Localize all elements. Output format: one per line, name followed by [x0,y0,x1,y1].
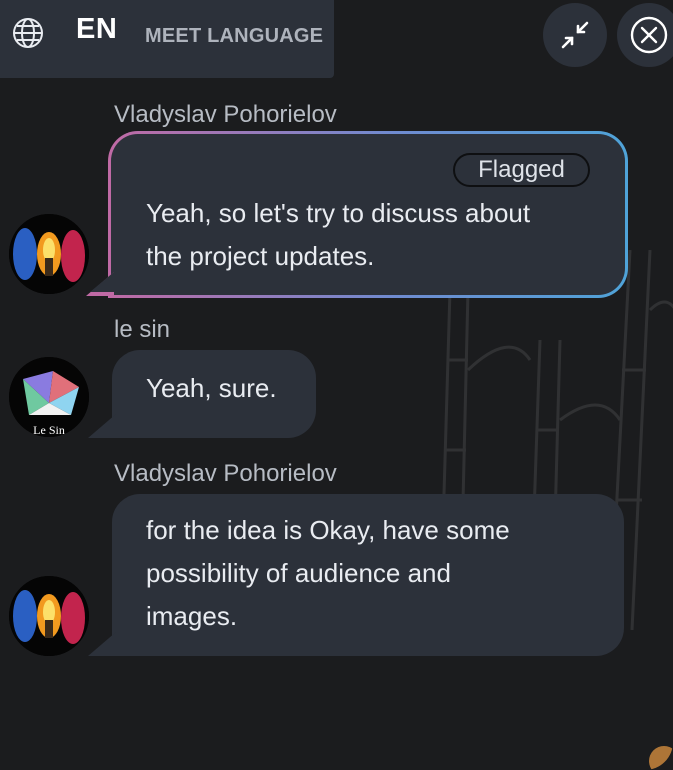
avatar [9,576,89,656]
message-text-line: possibility of audience and [146,558,451,588]
close-button[interactable] [617,3,673,67]
chat-panel: EN MEET LANGUAGE Vladyslav Pohorielov Fl… [0,0,673,770]
message-bubble[interactable]: for the idea is Okay, have some possibil… [112,494,624,656]
message-text-line: the project updates. [146,241,375,271]
message-text-line: Yeah, sure. [146,373,277,403]
language-code: EN [76,13,118,45]
minimize-button[interactable] [543,3,607,67]
flagged-badge: Flagged [453,153,590,187]
minimize-arrows-icon [561,21,589,49]
avatar: Le Sin [9,357,89,437]
close-circle-icon [630,16,668,54]
message-text-line: images. [146,601,238,631]
avatar [9,214,89,294]
corner-accent [649,746,673,770]
fire-figure-icon [9,214,89,294]
avatar-logo-text: Le Sin [33,423,65,437]
language-label: MEET LANGUAGE [145,25,324,47]
language-selector[interactable]: EN MEET LANGUAGE [0,0,334,78]
message-sender: Vladyslav Pohorielov [114,460,337,487]
message-bubble[interactable]: Yeah, sure. [112,350,316,438]
message-sender: le sin [114,316,171,343]
message-sender: Vladyslav Pohorielov [114,101,337,128]
globe-icon [13,18,43,48]
message-text-line: Yeah, so let's try to discuss about [146,198,531,228]
le-sin-logo-icon: Le Sin [9,357,89,437]
message-text-line: for the idea is Okay, have some [146,515,510,545]
fire-figure-icon [9,576,89,656]
